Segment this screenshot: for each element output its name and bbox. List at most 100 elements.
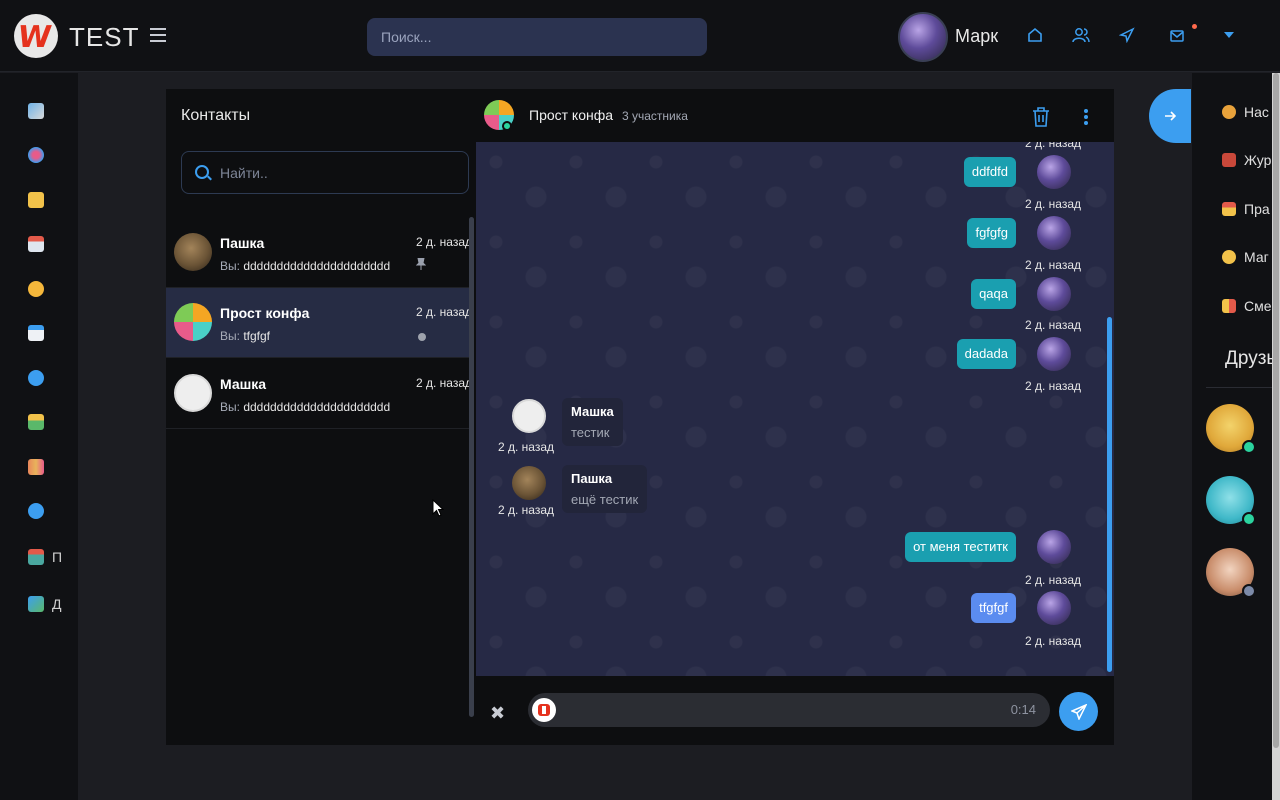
message-time: 2 д. назад [1025, 258, 1082, 272]
menu-toggle-icon[interactable] [150, 28, 166, 42]
outgoing-message: qaqa [971, 279, 1016, 309]
sidebar-item-shop[interactable]: П [28, 547, 68, 567]
sidebar-item-add[interactable]: Д [28, 594, 68, 614]
news-icon [28, 236, 44, 252]
preview-text: dddddddddddddddddddddd... [243, 400, 390, 414]
cancel-recording-icon[interactable]: ✖ [490, 703, 505, 724]
right-panel-item-label: Маг [1244, 249, 1269, 265]
right-panel-item-label: Нас [1244, 104, 1269, 120]
user-avatar[interactable] [898, 12, 948, 62]
contact-time: 2 д. назад [416, 305, 473, 319]
contact-time: 2 д. назад [416, 235, 473, 249]
info-icon [28, 503, 44, 519]
sidebar-item-gallery[interactable] [28, 412, 68, 432]
chat-members: 3 участника [622, 109, 688, 123]
emoji-icon [28, 281, 44, 297]
friend-avatar[interactable] [1206, 476, 1256, 526]
avatar [512, 399, 546, 433]
blog-icon [28, 325, 44, 341]
more-options-icon[interactable] [1084, 109, 1088, 125]
home-icon[interactable] [1024, 24, 1046, 46]
right-panel-item-settings[interactable]: Нас [1222, 104, 1269, 120]
right-panel-item-rules[interactable]: Пра [1222, 201, 1270, 217]
incoming-message: Машка тестик [562, 398, 623, 446]
contact-item[interactable]: Пашка Вы: dddddddddddddddddddddd... 2 д.… [166, 218, 473, 288]
message-time: 2 д. назад [1025, 142, 1082, 150]
sidebar-item-emoji[interactable] [28, 279, 68, 299]
avatar [174, 303, 212, 341]
sidebar-item-info[interactable] [28, 501, 68, 521]
outgoing-message: ddfdfd [963, 157, 1016, 187]
contacts-scrollbar[interactable] [469, 217, 474, 717]
online-indicator [1242, 512, 1256, 526]
contact-item[interactable]: Прост конфа Вы: tfgfgf 2 д. назад [166, 288, 473, 358]
right-panel-item-swap[interactable]: Сме [1222, 298, 1272, 314]
contact-time: 2 д. назад [416, 376, 473, 390]
friends-title: Друзь [1225, 348, 1272, 369]
chat-title[interactable]: Прост конфа [529, 107, 613, 123]
bubbles-icon [28, 147, 44, 163]
sidebar-item-map[interactable] [28, 101, 68, 121]
sidebar-item-downloads[interactable] [28, 190, 68, 210]
pause-recording-button[interactable] [532, 698, 556, 722]
chevron-down-icon[interactable] [1218, 24, 1240, 46]
message-time: 2 д. назад [1025, 379, 1082, 393]
divider [1206, 387, 1272, 388]
folder-download-icon [28, 192, 44, 208]
right-panel: Нас Жур Пра Маг Сме Друзь [1192, 73, 1272, 800]
messages-scrollbar[interactable] [1107, 317, 1112, 672]
messenger-card: Контакты Пашка Вы: ddddddddddddddddddddd… [166, 89, 1114, 745]
sidebar-item-bubbles[interactable] [28, 145, 68, 165]
friends-icon[interactable] [1070, 24, 1092, 46]
trash-icon[interactable] [1032, 107, 1050, 127]
send-button[interactable] [1059, 692, 1098, 731]
page-scrollbar[interactable] [1272, 73, 1280, 800]
message-time: 2 д. назад [498, 503, 555, 517]
voice-recorder[interactable]: 0:14 [528, 693, 1050, 727]
sidebar-item-label: П [52, 549, 63, 565]
contact-name: Машка [220, 376, 267, 392]
contacts-search[interactable] [181, 151, 469, 194]
avatar [1037, 530, 1071, 564]
logo[interactable]: W [14, 14, 58, 58]
avatar [1037, 155, 1071, 189]
recording-duration: 0:14 [1010, 702, 1036, 717]
message-time: 2 д. назад [498, 440, 555, 454]
contact-preview: Вы: dddddddddddddddddddddd... [220, 400, 390, 414]
rules-icon [1222, 202, 1236, 216]
sidebar-item-blog[interactable] [28, 323, 68, 343]
send-icon[interactable] [1116, 24, 1138, 46]
contact-preview: Вы: dddddddddddddddddddddd... [220, 259, 390, 273]
right-panel-item-journal[interactable]: Жур [1222, 152, 1271, 168]
friend-avatar[interactable] [1206, 548, 1256, 598]
left-sidebar: П Д [0, 73, 78, 800]
search-input[interactable] [367, 18, 707, 56]
right-panel-item-label: Жур [1244, 152, 1272, 168]
friend-avatar[interactable] [1206, 404, 1256, 454]
avatar [1037, 591, 1071, 625]
sidebar-item-news[interactable] [28, 234, 68, 254]
you-prefix: Вы: [220, 259, 240, 273]
avatar [512, 466, 546, 500]
sidebar-item-groups[interactable] [28, 457, 68, 477]
sidebar-item-chat[interactable] [28, 368, 68, 388]
right-panel-item-shop[interactable]: Маг [1222, 249, 1269, 265]
pin-icon [415, 257, 427, 273]
contact-item[interactable]: Машка Вы: dddddddddddddddddddddd... 2 д.… [166, 359, 473, 429]
message-time: 2 д. назад [1025, 318, 1082, 332]
contacts-search-input[interactable] [220, 152, 460, 193]
outgoing-message: tfgfgf [971, 593, 1016, 623]
user-name[interactable]: Марк [955, 26, 998, 47]
chat-icon [28, 370, 44, 386]
notification-dot [1192, 24, 1197, 29]
sender-name: Пашка [571, 471, 613, 486]
scrollbar-thumb[interactable] [1273, 73, 1279, 748]
message-time: 2 д. назад [1025, 197, 1082, 211]
avatar [174, 233, 212, 271]
search-icon [195, 165, 209, 179]
mail-icon[interactable] [1166, 24, 1188, 46]
arrow-right-icon [1165, 111, 1176, 121]
right-panel-toggle-button[interactable] [1149, 89, 1191, 143]
offline-indicator [1242, 584, 1256, 598]
message-text: тестик [571, 425, 610, 440]
